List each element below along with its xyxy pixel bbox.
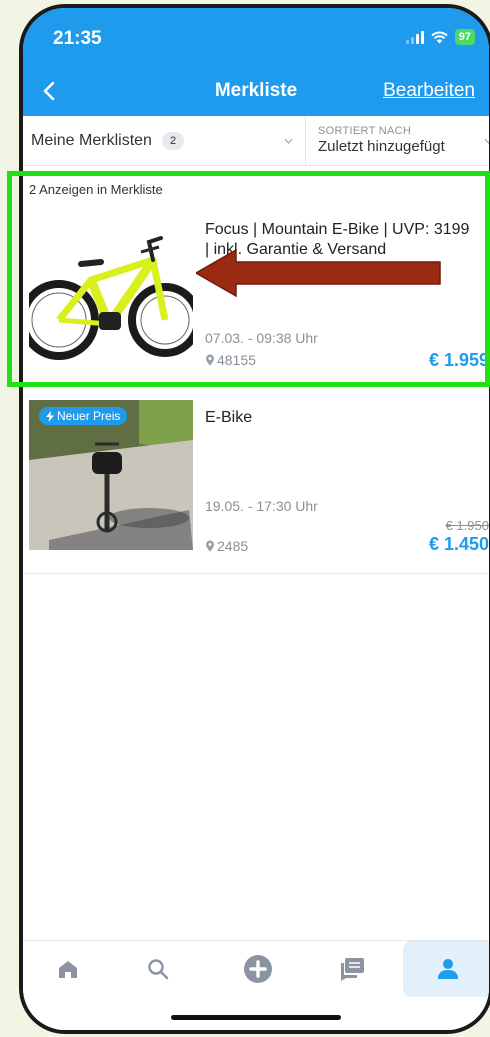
listing-zip: 2485 — [217, 538, 249, 554]
sort-value: Zuletzt hinzugefügt — [318, 138, 445, 155]
home-icon — [59, 961, 77, 978]
edit-button[interactable]: Bearbeiten — [383, 80, 475, 102]
listing-location: 2485 — [205, 538, 248, 554]
listing-date: 07.03. - 09:38 Uhr — [205, 330, 318, 346]
messages-icon — [341, 958, 364, 981]
listing-price: € 1.450 — [428, 534, 489, 554]
list-count-badge: 2 — [161, 131, 185, 150]
listing-image-ebike — [29, 212, 193, 362]
phone-frame: 21:35 97 Merkliste Bearbeiten Meine Merk… — [19, 4, 490, 1034]
listing-price: € 1.959 — [428, 350, 489, 370]
location-pin-icon — [206, 354, 214, 366]
list-selector[interactable]: Meine Merklisten 2 — [23, 116, 306, 165]
filter-bar: Meine Merklisten 2 SORTIERT NACH Zuletzt… — [23, 116, 489, 166]
back-button[interactable] — [37, 78, 63, 104]
new-price-badge: Neuer Preis — [39, 407, 128, 425]
location-pin-icon — [206, 540, 214, 552]
battery-icon: 97 — [454, 29, 475, 45]
search-icon — [148, 959, 169, 980]
new-price-badge-label: Neuer Preis — [57, 409, 121, 423]
home-indicator — [171, 1015, 341, 1020]
list-count-text: 2 Anzeigen in Merkliste — [29, 182, 163, 197]
tab-home[interactable] — [23, 941, 113, 997]
status-icons: 97 — [405, 29, 475, 45]
list-selector-label: Meine Merklisten — [31, 131, 152, 149]
status-time: 21:35 — [53, 28, 102, 49]
listing-item[interactable]: Neuer Preis E-Bike 19.05. - 17:30 Uhr € … — [23, 392, 489, 574]
listing-title[interactable]: E-Bike — [205, 408, 475, 428]
annotation-arrow-icon — [196, 248, 441, 298]
sort-label: SORTIERT NACH — [318, 125, 412, 137]
tab-messages[interactable] — [307, 941, 397, 997]
lightning-icon — [46, 410, 54, 422]
tab-search[interactable] — [113, 941, 203, 997]
listing-old-price: € 1.950 — [445, 518, 489, 533]
app-screen: 21:35 97 Merkliste Bearbeiten Meine Merk… — [23, 8, 489, 1030]
listing-date: 19.05. - 17:30 Uhr — [205, 498, 318, 514]
app-header: 21:35 97 Merkliste Bearbeiten — [23, 8, 489, 116]
listing-image-ebike: Neuer Preis — [29, 400, 193, 550]
listing-zip: 48155 — [217, 352, 256, 368]
sort-selector[interactable]: SORTIERT NACH Zuletzt hinzugefügt — [306, 116, 489, 165]
listing-location: 48155 — [205, 352, 256, 368]
chevron-down-icon — [484, 138, 489, 144]
signal-icon — [405, 30, 424, 44]
chevron-down-icon — [284, 138, 293, 144]
bottom-tab-bar — [23, 940, 489, 1030]
profile-icon — [438, 959, 458, 979]
add-icon — [244, 955, 272, 983]
tab-add[interactable] — [213, 941, 303, 997]
tab-profile[interactable] — [403, 941, 489, 997]
wifi-icon — [431, 31, 448, 43]
